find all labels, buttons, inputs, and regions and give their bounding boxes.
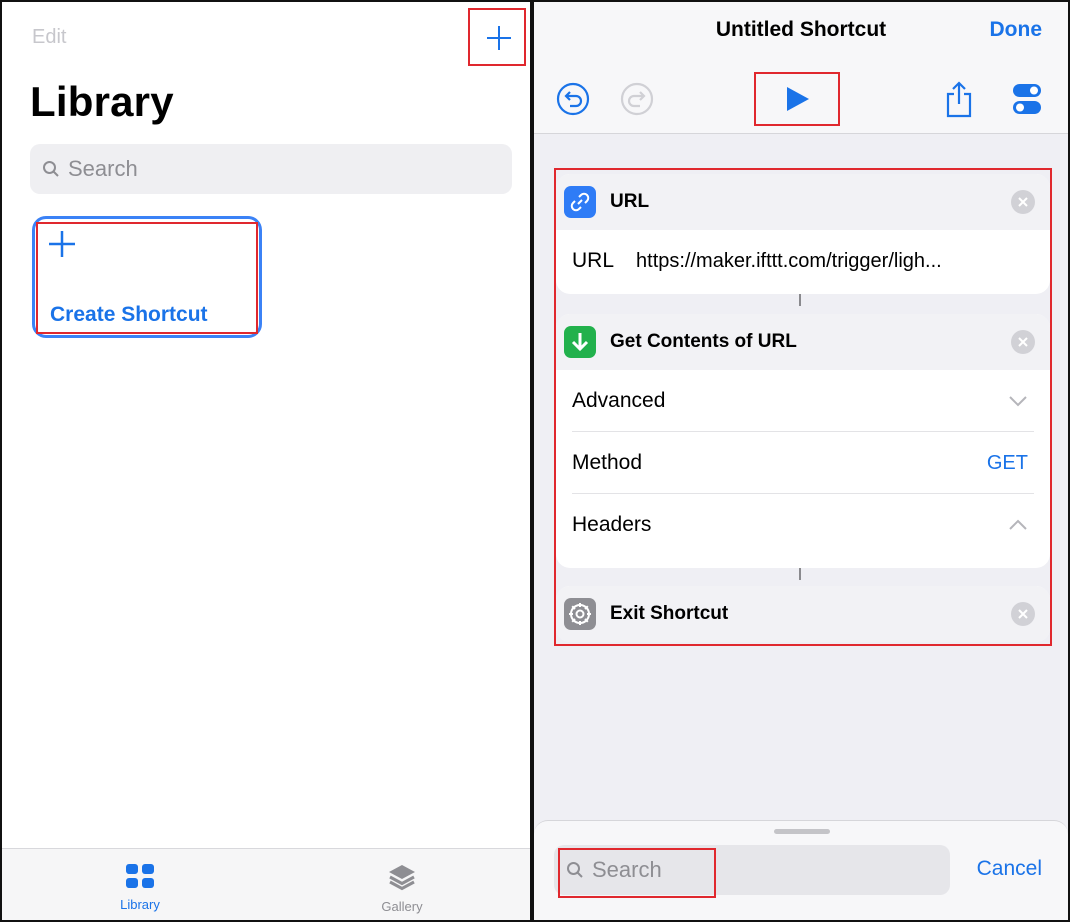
tab-gallery-label: Gallery [381,899,423,914]
shortcut-title: Untitled Shortcut [715,18,887,41]
edit-button[interactable]: Edit [32,26,66,49]
action-header: Get Contents of URL [556,314,1050,370]
tab-library[interactable]: Library [90,863,190,912]
plus-icon [487,26,511,50]
gear-icon [564,598,596,630]
link-icon [564,186,596,218]
close-icon[interactable] [1010,601,1036,627]
sheet-grabber[interactable] [774,829,830,834]
chevron-down-icon [1009,396,1027,407]
url-row[interactable]: URL https://maker.ifttt.com/trigger/ligh… [556,230,1050,292]
done-button[interactable]: Done [990,18,1043,42]
search-placeholder: Search [68,156,138,181]
settings-button[interactable] [1012,82,1042,116]
close-icon[interactable] [1010,189,1036,215]
settings-toggle-icon [1013,84,1041,114]
search-input[interactable]: Search [30,144,512,194]
action-search-sheet: Search Cancel [534,820,1068,920]
headers-label: Headers [572,513,652,536]
plus-icon [49,231,75,257]
cancel-button[interactable]: Cancel [977,857,1042,881]
undo-button[interactable] [556,82,590,116]
grid-icon [126,864,154,888]
search-placeholder: Search [592,857,662,882]
create-shortcut-card[interactable]: Create Shortcut [32,216,262,338]
page-title: Library [30,78,174,125]
advanced-row[interactable]: Advanced [556,370,1050,432]
share-button[interactable] [944,80,974,118]
chevron-up-icon [1009,519,1027,530]
action-connector [799,568,801,580]
tab-bar: Library Gallery [2,848,530,920]
action-name: URL [610,191,650,212]
action-header: URL [556,174,1050,230]
action-name: Exit Shortcut [610,603,729,624]
action-search-input[interactable]: Search [554,845,950,895]
create-shortcut-label: Create Shortcut [50,303,208,326]
method-row[interactable]: Method GET [556,432,1050,494]
url-row-label: URL [572,249,615,272]
advanced-label: Advanced [572,389,666,412]
play-icon [787,87,809,111]
action-exit-shortcut[interactable]: Exit Shortcut [556,586,1050,642]
action-get-contents-of-url[interactable]: Get Contents of URL Advanced Method GET … [556,314,1050,568]
action-name: Get Contents of URL [610,331,797,352]
share-icon [946,81,972,118]
method-value[interactable]: GET [987,452,1028,475]
download-arrow-icon [564,326,596,358]
layers-icon [389,865,415,891]
redo-icon [620,82,654,116]
tab-library-label: Library [120,897,160,912]
action-url[interactable]: URL URL https://maker.ifttt.com/trigger/… [556,174,1050,294]
method-label: Method [572,451,643,474]
headers-row[interactable]: Headers [556,494,1050,556]
editor-header: Untitled Shortcut Done [534,2,1068,134]
library-panel: Edit Library Search Create Shortcut Libr [0,0,532,922]
close-icon[interactable] [1010,329,1036,355]
search-icon [567,862,583,878]
add-shortcut-button[interactable] [474,14,524,62]
action-header: Exit Shortcut [556,586,1050,642]
url-value[interactable]: https://maker.ifttt.com/trigger/ligh... [636,250,942,273]
tab-gallery[interactable]: Gallery [352,863,452,914]
redo-button[interactable] [620,82,654,116]
editor-panel: Untitled Shortcut Done URL URL https://m… [532,0,1070,922]
action-connector [799,294,801,306]
search-icon [43,161,59,177]
run-shortcut-button[interactable] [756,74,838,124]
undo-icon [556,82,590,116]
